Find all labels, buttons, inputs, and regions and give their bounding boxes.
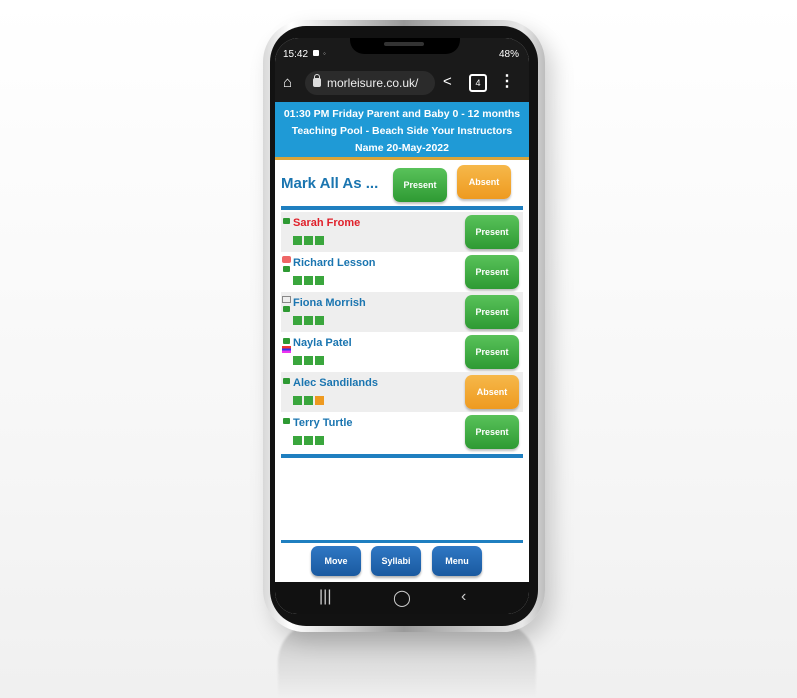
home-nav-icon[interactable]: ◯ bbox=[393, 588, 411, 608]
mark-all-present-button[interactable]: Present bbox=[393, 168, 447, 202]
present-button[interactable]: Present bbox=[465, 215, 519, 249]
tab-count-button[interactable]: 4 bbox=[469, 74, 487, 92]
mark-all-label: Mark All As ... bbox=[281, 175, 379, 192]
student-name[interactable]: Alec Sandilands bbox=[293, 377, 378, 389]
progress-dots bbox=[293, 312, 326, 330]
progress-dots bbox=[293, 432, 326, 450]
camera-icon bbox=[283, 266, 290, 272]
back-icon[interactable]: ‹ bbox=[461, 588, 466, 606]
divider bbox=[281, 206, 523, 210]
menu-button[interactable]: Menu bbox=[432, 546, 482, 576]
android-nav-bar: ||| ◯ ‹ bbox=[275, 582, 529, 614]
student-name[interactable]: Richard Lesson bbox=[293, 257, 376, 269]
student-name[interactable]: Sarah Frome bbox=[293, 217, 360, 229]
student-name[interactable]: Terry Turtle bbox=[293, 417, 353, 429]
class-title-line2: Teaching Pool - Beach Side Your Instruct… bbox=[291, 125, 513, 137]
more-menu-icon[interactable]: ⋮ bbox=[499, 71, 515, 91]
divider bbox=[281, 454, 523, 458]
mark-all-bar: Mark All As ... Present Absent bbox=[275, 160, 529, 208]
class-header: 01:30 PM Friday Parent and Baby 0 - 12 m… bbox=[275, 102, 529, 160]
present-button[interactable]: Present bbox=[465, 255, 519, 289]
absent-button[interactable]: Absent bbox=[465, 375, 519, 409]
status-time: 15:42 bbox=[283, 49, 309, 60]
camera-icon bbox=[283, 418, 290, 424]
home-icon[interactable]: ⌂ bbox=[283, 74, 292, 91]
class-title-line1: 01:30 PM Friday Parent and Baby 0 - 12 m… bbox=[283, 108, 521, 120]
footer-divider bbox=[281, 540, 523, 543]
notification-icon bbox=[313, 50, 319, 56]
camera-icon bbox=[283, 378, 290, 384]
camera-notch bbox=[350, 38, 460, 54]
notification-icon-secondary: ◦ bbox=[323, 49, 326, 58]
list-item: Fiona Morrish Present bbox=[281, 292, 523, 332]
progress-dots bbox=[293, 352, 326, 370]
camera-icon bbox=[283, 306, 290, 312]
address-bar[interactable]: morleisure.co.uk/ bbox=[305, 71, 435, 95]
student-name[interactable]: Nayla Patel bbox=[293, 337, 352, 349]
progress-dots bbox=[293, 272, 326, 290]
progress-dots bbox=[293, 392, 326, 410]
flag-icon bbox=[282, 346, 291, 353]
move-button[interactable]: Move bbox=[311, 546, 361, 576]
class-title-line3: Name 20-May-2022 bbox=[355, 142, 449, 154]
speaker-grille bbox=[384, 42, 424, 46]
syllabi-button[interactable]: Syllabi bbox=[371, 546, 421, 576]
recents-icon[interactable]: ||| bbox=[319, 588, 331, 606]
student-name[interactable]: Fiona Morrish bbox=[293, 297, 366, 309]
browser-toolbar: ⌂ morleisure.co.uk/ < 4 ⋮ bbox=[275, 64, 529, 102]
mail-icon bbox=[282, 296, 291, 303]
cake-icon bbox=[282, 256, 291, 263]
url-text: morleisure.co.uk/ bbox=[327, 76, 419, 90]
list-item: Richard Lesson Present bbox=[281, 252, 523, 292]
attendance-list: Sarah Frome Present Richard Lesson Prese… bbox=[281, 212, 523, 452]
present-button[interactable]: Present bbox=[465, 295, 519, 329]
list-item: Alec Sandilands Absent bbox=[281, 372, 523, 412]
battery-level: 48% bbox=[498, 49, 519, 60]
mark-all-absent-button[interactable]: Absent bbox=[457, 165, 511, 199]
list-item: Terry Turtle Present bbox=[281, 412, 523, 452]
lock-icon bbox=[313, 74, 321, 87]
phone-reflection bbox=[278, 622, 536, 698]
present-button[interactable]: Present bbox=[465, 415, 519, 449]
list-item: Nayla Patel Present bbox=[281, 332, 523, 372]
camera-icon bbox=[283, 218, 290, 224]
phone-screen: 15:42 ◦ 48% ⌂ morleisure.co.uk/ < 4 ⋮ 01… bbox=[275, 38, 529, 614]
present-button[interactable]: Present bbox=[465, 335, 519, 369]
share-icon[interactable]: < bbox=[443, 73, 452, 90]
progress-dots bbox=[293, 232, 326, 250]
list-item: Sarah Frome Present bbox=[281, 212, 523, 252]
camera-icon bbox=[283, 338, 290, 344]
